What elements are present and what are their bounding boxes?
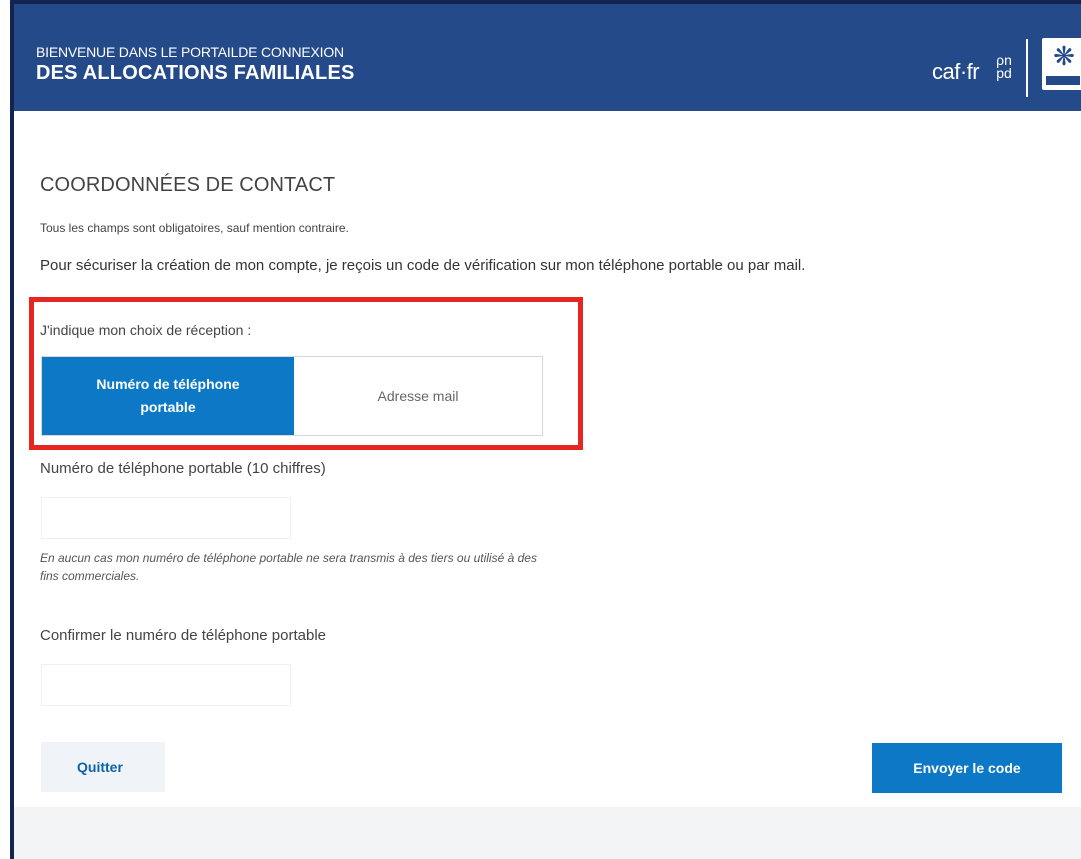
phone-input[interactable] [41,497,291,539]
quit-button[interactable]: Quitter [41,742,165,792]
option-email[interactable]: Adresse mail [294,357,542,435]
header-divider [1026,39,1028,97]
mandatory-note: Tous les champs sont obligatoires, sauf … [40,221,349,235]
partner-logo: ρn pd [992,53,1016,81]
portal-window: BIENVENUE DANS LE PORTAILDE CONNEXION DE… [10,0,1081,859]
caf-logo[interactable]: caf·fr [932,59,980,85]
portal-title: DES ALLOCATIONS FAMILIALES [36,62,355,84]
option-phone[interactable]: Numéro de téléphone portable [42,357,294,435]
intro-text: Pour sécuriser la création de mon compte… [40,257,806,274]
welcome-text: BIENVENUE DANS LE PORTAILDE CONNEXION [36,44,344,60]
reception-choice-toggle: Numéro de téléphone portable Adresse mai… [41,356,543,436]
privacy-note: En aucun cas mon numéro de téléphone por… [40,551,537,583]
emblem-band [1046,76,1080,85]
republic-emblem-icon: ❋ [1042,38,1081,90]
send-code-button[interactable]: Envoyer le code [872,743,1062,793]
partner-logo-bottom: pd [996,65,1012,81]
confirm-phone-label: Confirmer le numéro de téléphone portabl… [40,627,327,644]
footer-band [14,807,1081,859]
confirm-phone-input[interactable] [41,664,291,706]
reception-choice-label: J'indique mon choix de réception : [40,322,252,338]
emblem-glyph: ❋ [1053,41,1075,71]
section-title: COORDONNÉES DE CONTACT [40,174,336,196]
header-bar: BIENVENUE DANS LE PORTAILDE CONNEXION DE… [14,4,1081,111]
phone-label: Numéro de téléphone portable (10 chiffre… [40,460,326,477]
